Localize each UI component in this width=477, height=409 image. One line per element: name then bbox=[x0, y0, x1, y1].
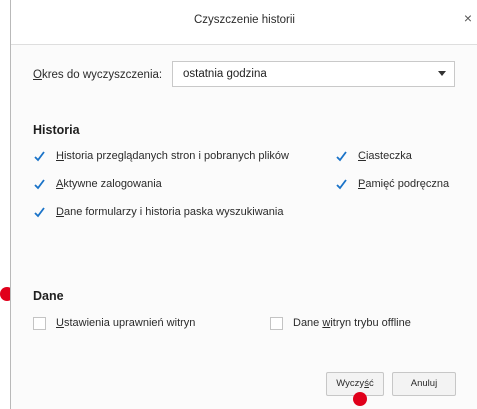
dialog-title: Czyszczenie historii bbox=[194, 14, 295, 26]
close-icon[interactable]: × bbox=[464, 11, 472, 25]
history-browsing-downloads-label: Historia przeglądanych stron i pobranych… bbox=[56, 150, 289, 162]
checkmark-icon bbox=[335, 178, 348, 191]
active-logins-label: Aktywne zalogowania bbox=[56, 178, 162, 190]
history-heading: Historia bbox=[33, 123, 80, 137]
form-search-history-label: Dane formularzy i historia paska wyszuki… bbox=[56, 206, 284, 218]
checkmark-icon bbox=[33, 150, 46, 163]
checkmark-icon bbox=[33, 206, 46, 219]
time-range-label: Okres do wyczyszczenia: bbox=[33, 69, 163, 81]
checkbox-box bbox=[33, 317, 46, 330]
cache-label: Pamięć podręczna bbox=[358, 178, 450, 190]
clear-history-dialog: Czyszczenie historii × Okres do wyczyszc… bbox=[10, 0, 477, 409]
cookies-label: Ciasteczka bbox=[358, 150, 412, 162]
checkmark-icon bbox=[33, 178, 46, 191]
dialog-titlebar: Czyszczenie historii × bbox=[11, 0, 477, 45]
data-heading: Dane bbox=[33, 289, 64, 303]
time-range-value: ostatnia godzina bbox=[183, 68, 267, 80]
checkbox-box bbox=[270, 317, 283, 330]
checkmark-icon bbox=[335, 150, 348, 163]
time-range-select[interactable]: ostatnia godzina bbox=[172, 61, 455, 87]
dropdown-arrow-icon bbox=[438, 71, 446, 76]
site-permissions-label: Ustawienia uprawnień witryn bbox=[56, 317, 196, 329]
offline-site-data-label: Dane witryn trybu offline bbox=[293, 317, 411, 329]
cancel-button[interactable]: Anuluj bbox=[392, 372, 456, 396]
annotation-marker-bottom bbox=[353, 392, 367, 406]
